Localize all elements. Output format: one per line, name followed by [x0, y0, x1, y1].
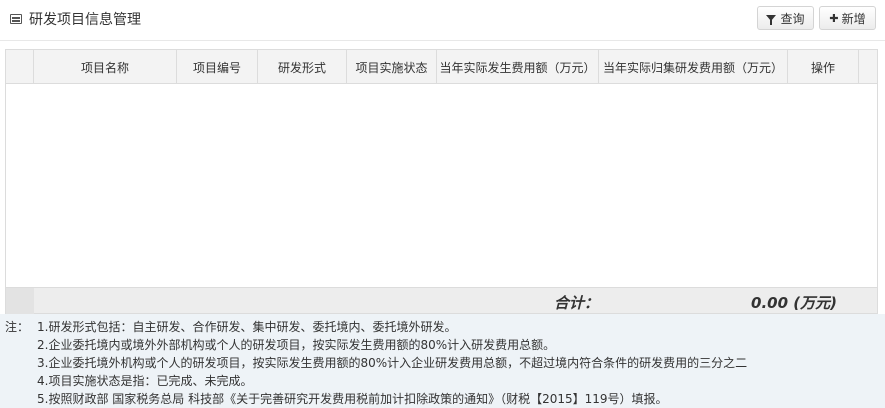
column-header-implementation-status[interactable]: 项目实施状态	[347, 50, 437, 84]
notes-panel: 注： 1.研发形式包括：自主研发、合作研发、集中研发、委托境内、委托境外研发。 …	[0, 314, 885, 408]
table-footer: 合计： 0.00 (万元)	[6, 287, 877, 314]
total-value: 0.00 (万元)	[751, 294, 837, 312]
note-line-1: 1.研发形式包括：自主研发、合作研发、集中研发、委托境内、委托境外研发。	[37, 320, 457, 334]
page-header: 研发项目信息管理 查询 ✚ 新增	[0, 0, 885, 40]
table-body	[6, 84, 877, 285]
note-line-4: 4.项目实施状态是指：已完成、未完成。	[37, 374, 253, 388]
page-title-text: 研发项目信息管理	[29, 12, 141, 28]
filter-icon	[766, 15, 777, 25]
row-number-header	[6, 50, 34, 84]
list-icon	[10, 14, 22, 24]
header-divider	[0, 40, 885, 41]
column-header-rd-form[interactable]: 研发形式	[258, 50, 347, 84]
column-header-actions: 操作	[788, 50, 859, 84]
footer-gutter	[6, 288, 34, 314]
query-button-label: 查询	[780, 11, 805, 26]
table-header: 项目名称 项目编号 研发形式 项目实施状态 当年实际发生费用额（万元） 当年实际…	[6, 50, 877, 84]
page-title: 研发项目信息管理	[10, 10, 141, 28]
total-label: 合计：	[554, 294, 600, 312]
add-button-label: 新增	[841, 11, 866, 26]
note-line-5: 5.按照财政部 国家税务总局 科技部《关于完善研究开发费用税前加计扣除政策的通知…	[37, 392, 668, 406]
column-header-project-name[interactable]: 项目名称	[34, 50, 177, 84]
note-line-2: 2.企业委托境内或境外外部机构或个人的研发项目，按实际发生费用额的80%计入研发…	[37, 338, 556, 352]
query-button[interactable]: 查询	[757, 6, 814, 30]
note-line-3: 3.企业委托境外机构或个人的研发项目，按实际发生费用额的80%计入企业研发费用总…	[37, 356, 748, 370]
column-header-collected-rd-cost[interactable]: 当年实际归集研发费用额（万元）	[599, 50, 788, 84]
notes-prefix: 注：	[5, 320, 30, 334]
add-button[interactable]: ✚ 新增	[819, 6, 876, 30]
plus-icon: ✚	[829, 11, 839, 25]
scrollbar-gutter-header	[859, 50, 877, 84]
column-header-actual-cost[interactable]: 当年实际发生费用额（万元）	[437, 50, 599, 84]
column-header-project-number[interactable]: 项目编号	[177, 50, 258, 84]
project-table: 项目名称 项目编号 研发形式 项目实施状态 当年实际发生费用额（万元） 当年实际…	[5, 49, 878, 314]
